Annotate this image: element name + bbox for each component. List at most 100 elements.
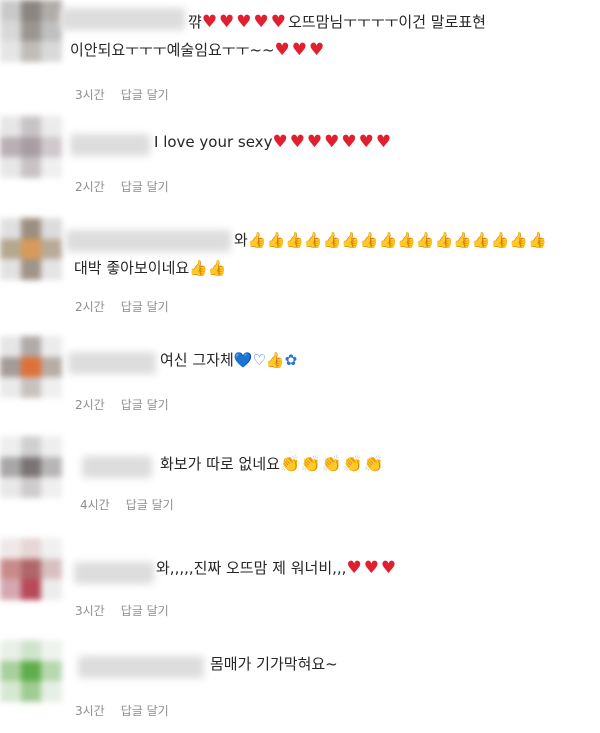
reply-button[interactable]: 답글 달기: [121, 398, 169, 412]
avatar-pixel: [20, 538, 42, 559]
username-blurred[interactable]: [82, 456, 152, 478]
avatar-pixel: [0, 377, 21, 398]
avatar-pixel: [0, 259, 21, 280]
comment-text-line: 오뜨맘님ㅜㅜㅜㅜ이건 말로표현: [288, 13, 486, 31]
comment-text: 와,,,,,진짜 오뜨맘 제 워너비,,,♥♥♥: [156, 556, 398, 580]
reply-button[interactable]: 답글 달기: [121, 88, 169, 102]
avatar-pixel: [0, 436, 21, 457]
reply-button[interactable]: 답글 달기: [121, 180, 169, 194]
avatar-pixel: [41, 116, 62, 137]
comment-text-line: 이안되요ㅜㅜㅜ예술임요ㅜㅜ~~: [70, 41, 275, 59]
avatar-pixel: [41, 20, 62, 42]
avatar-pixel: [20, 436, 42, 457]
avatar-pixel: [41, 41, 62, 62]
comment-text-line: I love your sexy: [154, 133, 273, 151]
heart-thumb-flower-emoji-icon: 💙♡👍✿: [233, 351, 298, 369]
avatar-pixel: [20, 41, 42, 62]
avatar-pixel: [41, 477, 62, 498]
avatar-pixel: [20, 377, 42, 398]
avatar-pixel: [41, 0, 62, 21]
comment-text-line: 여신 그자체: [160, 351, 234, 369]
avatar[interactable]: [0, 0, 62, 62]
comment-meta: 3시간 답글 달기: [75, 86, 169, 103]
avatar-pixel: [0, 218, 21, 239]
reply-button[interactable]: 답글 달기: [121, 300, 169, 314]
avatar[interactable]: [0, 538, 62, 600]
comment-text-line: 몸매가 기가막혀요~: [210, 655, 338, 673]
avatar-pixel: [0, 136, 21, 158]
comment-meta: 2시간 답글 달기: [75, 298, 169, 315]
comment-text: 여신 그자체💙♡👍✿: [160, 348, 297, 372]
username-blurred[interactable]: [70, 134, 150, 156]
avatar-pixel: [0, 681, 21, 702]
avatar-pixel: [41, 238, 62, 260]
avatar-pixel: [20, 136, 42, 158]
timestamp[interactable]: 3시간: [75, 88, 105, 102]
avatar-pixel: [0, 0, 21, 21]
comment-text-line: 와,,,,,진짜 오뜨맘 제 워너비,,,: [156, 559, 347, 577]
comment-meta: 3시간 답글 달기: [75, 702, 169, 719]
avatar-pixel: [41, 456, 62, 478]
thumbs-up-emoji-icon: 👍👍: [189, 259, 227, 277]
avatar-pixel: [0, 157, 21, 178]
comment-text-line: 대박 좋아보이네요: [74, 259, 190, 277]
comment-meta: 4시간 답글 달기: [80, 496, 174, 513]
clapping-hands-emoji-icon: 👏👏👏👏👏: [279, 454, 385, 473]
avatar-pixel: [20, 356, 42, 378]
avatar-pixel: [20, 477, 42, 498]
avatar[interactable]: [0, 640, 62, 702]
avatar-pixel: [41, 259, 62, 280]
avatar-pixel: [41, 640, 62, 661]
avatar-pixel: [0, 336, 21, 357]
comment-text: 와👍👍👍👍👍👍👍👍👍👍👍👍👍👍👍👍: [234, 228, 547, 252]
comment-text: 화보가 따로 없네요👏👏👏👏👏: [160, 452, 385, 476]
reply-button[interactable]: 답글 달기: [121, 704, 169, 718]
username-blurred[interactable]: [78, 656, 204, 678]
avatar-pixel: [41, 579, 62, 600]
avatar-pixel: [0, 116, 21, 137]
timestamp[interactable]: 3시간: [75, 704, 105, 718]
avatar-pixel: [20, 218, 42, 239]
avatar-pixel: [20, 681, 42, 702]
avatar[interactable]: [0, 116, 62, 178]
avatar-pixel: [0, 660, 21, 682]
avatar-pixel: [0, 558, 21, 580]
timestamp[interactable]: 4시간: [80, 498, 110, 512]
reply-button[interactable]: 답글 달기: [121, 604, 169, 618]
avatar-pixel: [20, 640, 42, 661]
username-blurred[interactable]: [68, 352, 156, 374]
timestamp[interactable]: 3시간: [75, 604, 105, 618]
heart-emoji-icon: ♥♥♥♥♥♥♥: [272, 132, 394, 152]
avatar-pixel: [0, 41, 21, 62]
username-blurred[interactable]: [74, 562, 154, 584]
reply-button[interactable]: 답글 달기: [126, 498, 174, 512]
avatar-pixel: [20, 558, 42, 580]
avatar-pixel: [41, 157, 62, 178]
timestamp[interactable]: 2시간: [75, 398, 105, 412]
comment-meta: 2시간 답글 달기: [75, 178, 169, 195]
avatar-pixel: [0, 538, 21, 559]
username-blurred[interactable]: [60, 8, 185, 30]
avatar-pixel: [20, 238, 42, 260]
comment-text: 대박 좋아보이네요👍👍: [74, 256, 227, 280]
avatar-pixel: [41, 538, 62, 559]
avatar-pixel: [41, 377, 62, 398]
timestamp[interactable]: 2시간: [75, 300, 105, 314]
avatar[interactable]: [0, 218, 62, 280]
avatar-pixel: [41, 218, 62, 239]
avatar-pixel: [20, 259, 42, 280]
avatar-pixel: [41, 681, 62, 702]
comment-text: 이안되요ㅜㅜㅜ예술임요ㅜㅜ~~♥♥♥: [70, 38, 326, 62]
comment-text: 몸매가 기가막혀요~: [210, 652, 338, 676]
avatar-pixel: [41, 336, 62, 357]
comment-text-line: 꺆: [188, 13, 202, 31]
avatar-pixel: [0, 640, 21, 661]
avatar-pixel: [0, 238, 21, 260]
comment-text-line: 화보가 따로 없네요: [160, 455, 280, 473]
avatar-pixel: [20, 336, 42, 357]
avatar-pixel: [0, 356, 21, 378]
timestamp[interactable]: 2시간: [75, 180, 105, 194]
avatar[interactable]: [0, 336, 62, 398]
avatar[interactable]: [0, 436, 62, 498]
username-blurred[interactable]: [66, 230, 231, 252]
